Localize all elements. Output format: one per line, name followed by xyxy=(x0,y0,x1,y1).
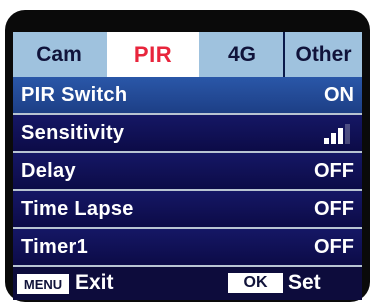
tab-4g[interactable]: 4G xyxy=(201,32,285,77)
row-value: ON xyxy=(324,84,354,106)
row-label: Time Lapse xyxy=(21,198,134,220)
set-label: Set xyxy=(288,271,321,294)
camera-menu-screen: Cam PIR 4G Other PIR Switch ON Sensitivi… xyxy=(13,32,362,300)
row-value: OFF xyxy=(314,236,354,258)
row-label: Sensitivity xyxy=(21,122,125,144)
tab-bar: Cam PIR 4G Other xyxy=(13,32,362,77)
row-value: OFF xyxy=(314,160,354,182)
menu-row-time-lapse[interactable]: Time Lapse OFF xyxy=(13,191,362,229)
tab-other[interactable]: Other xyxy=(285,32,362,77)
menu-row-pir-switch[interactable]: PIR Switch ON xyxy=(13,77,362,115)
menu-row-timer1[interactable]: Timer1 OFF xyxy=(13,229,362,267)
signal-bar xyxy=(338,128,343,144)
row-label: Delay xyxy=(21,160,76,182)
signal-bars-icon xyxy=(324,124,350,144)
menu-row-delay[interactable]: Delay OFF xyxy=(13,153,362,191)
signal-bar xyxy=(331,133,336,144)
tab-cam[interactable]: Cam xyxy=(13,32,105,77)
menu-key[interactable]: MENU xyxy=(17,274,69,294)
row-label: PIR Switch xyxy=(21,84,128,106)
signal-bar xyxy=(345,124,350,144)
row-label: Timer1 xyxy=(21,236,89,258)
row-value: OFF xyxy=(314,198,354,220)
ok-key[interactable]: OK xyxy=(228,273,283,293)
signal-bar xyxy=(324,138,329,144)
menu-row-sensitivity[interactable]: Sensitivity xyxy=(13,115,362,153)
tab-pir[interactable]: PIR xyxy=(107,32,199,77)
footer-bar: MENU Exit OK Set xyxy=(13,267,362,300)
exit-label: Exit xyxy=(75,271,114,294)
